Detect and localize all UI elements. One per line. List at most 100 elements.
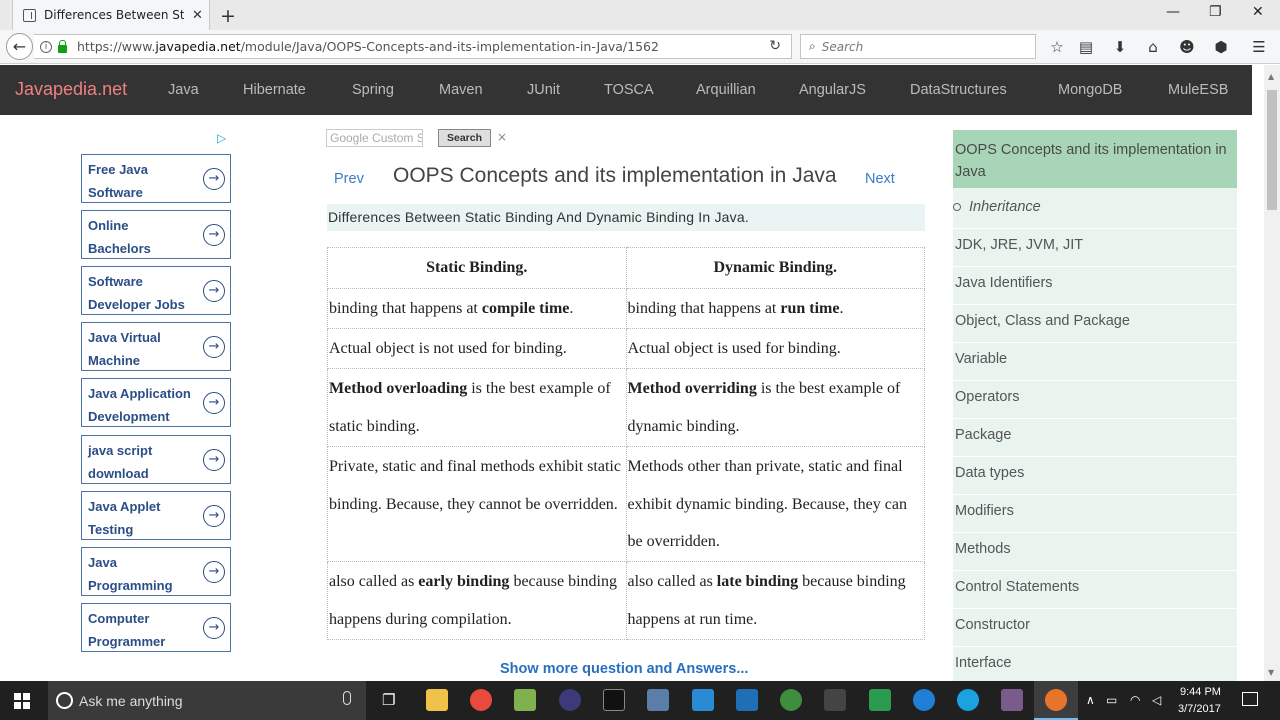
nav-spring[interactable]: Spring [352, 82, 394, 98]
ad-link[interactable]: Computer Programmer → [81, 603, 231, 652]
chat-icon[interactable]: ☻ [1178, 38, 1196, 56]
adchoices-icon[interactable]: ▷ [217, 131, 226, 145]
app-icon-7[interactable] [692, 689, 714, 711]
terminal-icon[interactable] [603, 689, 625, 711]
clock-time[interactable]: 9:44 PM [1180, 686, 1221, 698]
show-more-link[interactable]: Show more question and Answers... [500, 661, 748, 677]
browser-tab[interactable]: Differences Between Static... ✕ [12, 0, 210, 30]
nav-junit[interactable]: JUnit [527, 82, 560, 98]
home-icon[interactable]: ⌂ [1144, 38, 1162, 56]
windows-start-icon[interactable] [14, 693, 30, 709]
sidebar-item[interactable]: Control Statements [953, 570, 1237, 608]
ad-link[interactable]: java script download → [81, 435, 231, 484]
sidebar-item[interactable]: JDK, JRE, JVM, JIT [953, 228, 1237, 266]
cortana-search-box[interactable]: Ask me anything [48, 681, 366, 720]
sidebar-item[interactable]: Object, Class and Package [953, 304, 1237, 342]
firefox-icon[interactable] [1045, 689, 1067, 711]
ad-link[interactable]: Free Java Software → [81, 154, 231, 203]
custom-search-input[interactable]: Google Custom Search [326, 129, 423, 147]
back-button[interactable]: ← [6, 33, 33, 60]
nav-tosca[interactable]: TOSCA [604, 82, 654, 98]
arrow-right-icon[interactable]: → [203, 392, 225, 414]
nav-arquillian[interactable]: Arquillian [696, 82, 756, 98]
nav-mongodb[interactable]: MongoDB [1058, 82, 1122, 98]
tray-expand-icon[interactable]: ∧ [1086, 693, 1095, 707]
battery-icon[interactable]: ▭ [1106, 693, 1117, 707]
lock-icon[interactable] [58, 39, 67, 53]
site-brand[interactable]: Javapedia.net [15, 79, 127, 100]
address-bar[interactable]: i https://www.javapedia.net/module/Java/… [34, 34, 792, 59]
arrow-right-icon[interactable]: → [203, 168, 225, 190]
ad-link[interactable]: Java Programming → [81, 547, 231, 596]
app-icon-14[interactable] [1001, 689, 1023, 711]
ad-link[interactable]: Java Application Development → [81, 378, 231, 427]
app-icon-11[interactable] [869, 689, 891, 711]
sidebar-item[interactable]: Constructor [953, 608, 1237, 646]
next-link[interactable]: Next [865, 171, 895, 187]
task-view-icon[interactable]: ❐ [382, 691, 395, 709]
sidebar-subitem[interactable]: Inheritance [953, 199, 1041, 215]
app-icon-9[interactable] [780, 689, 802, 711]
nav-maven[interactable]: Maven [439, 82, 483, 98]
sidebar-item[interactable]: Modifiers [953, 494, 1237, 532]
menu-icon[interactable]: ☰ [1250, 38, 1268, 56]
nav-datastructures[interactable]: DataStructures [910, 82, 1007, 98]
ad-link[interactable]: Java Applet Testing → [81, 491, 231, 540]
download-icon[interactable]: ⬇ [1111, 38, 1129, 56]
sidebar-item[interactable]: Interface [953, 646, 1237, 681]
ad-link[interactable]: Java Virtual Machine → [81, 322, 231, 371]
sidebar-item[interactable]: Variable [953, 342, 1237, 380]
vscode-icon[interactable] [736, 689, 758, 711]
edge-icon[interactable] [913, 689, 935, 711]
close-window-icon[interactable]: ✕ [1252, 4, 1264, 20]
chrome-icon[interactable] [470, 689, 492, 711]
arrow-right-icon[interactable]: → [203, 617, 225, 639]
ad-link[interactable]: Software Developer Jobs → [81, 266, 231, 315]
reading-list-icon[interactable]: ▤ [1077, 38, 1095, 56]
skype-icon[interactable] [957, 689, 979, 711]
wifi-icon[interactable]: ◠ [1130, 693, 1140, 707]
reload-icon[interactable]: ↻ [769, 38, 781, 54]
sidebar-item[interactable]: Methods [953, 532, 1237, 570]
close-tab-icon[interactable]: ✕ [192, 8, 203, 23]
arrow-right-icon[interactable]: → [203, 224, 225, 246]
sidebar-item-active[interactable]: OOPS Concepts and its implementation in … [953, 130, 1237, 188]
new-tab-button[interactable]: + [220, 5, 236, 27]
arrow-right-icon[interactable]: → [203, 505, 225, 527]
prev-link[interactable]: Prev [334, 171, 364, 187]
clock-date[interactable]: 3/7/2017 [1178, 703, 1221, 715]
custom-search-button[interactable]: Search [438, 129, 491, 147]
file-explorer-icon[interactable] [426, 689, 448, 711]
browser-search-bar[interactable]: ⌕ Search [800, 34, 1036, 59]
arrow-right-icon[interactable]: → [203, 561, 225, 583]
clear-search-icon[interactable]: × [497, 130, 507, 144]
sidebar-item[interactable]: Java Identifiers [953, 266, 1237, 304]
app-icon-10[interactable] [824, 689, 846, 711]
url-text[interactable]: https://www.javapedia.net/module/Java/OO… [77, 39, 659, 54]
sidebar-item[interactable]: Data types [953, 456, 1237, 494]
nav-muleesb[interactable]: MuleESB [1168, 82, 1228, 98]
app-icon-3[interactable] [514, 689, 536, 711]
notifications-icon[interactable] [1242, 692, 1258, 706]
nav-java[interactable]: Java [168, 82, 199, 98]
ad-link[interactable]: Online Bachelors → [81, 210, 231, 259]
arrow-right-icon[interactable]: → [203, 280, 225, 302]
scroll-up-icon[interactable]: ▲ [1268, 72, 1274, 81]
nav-hibernate[interactable]: Hibernate [243, 82, 306, 98]
bookmark-star-icon[interactable]: ☆ [1048, 38, 1066, 56]
eclipse-icon[interactable] [559, 689, 581, 711]
sidebar-item[interactable]: Package [953, 418, 1237, 456]
minimize-icon[interactable]: — [1166, 4, 1180, 20]
app-icon-6[interactable] [647, 689, 669, 711]
arrow-right-icon[interactable]: → [203, 449, 225, 471]
info-icon[interactable]: i [40, 40, 52, 53]
volume-icon[interactable]: ◁ [1152, 693, 1161, 707]
scroll-down-icon[interactable]: ▼ [1268, 668, 1274, 677]
pocket-icon[interactable]: ⬢ [1212, 38, 1230, 56]
microphone-icon[interactable] [343, 691, 351, 705]
maximize-icon[interactable]: ❐ [1209, 4, 1222, 20]
nav-angularjs[interactable]: AngularJS [799, 82, 866, 98]
arrow-right-icon[interactable]: → [203, 336, 225, 358]
scrollbar-thumb[interactable] [1267, 90, 1277, 210]
sidebar-item[interactable]: Operators [953, 380, 1237, 418]
